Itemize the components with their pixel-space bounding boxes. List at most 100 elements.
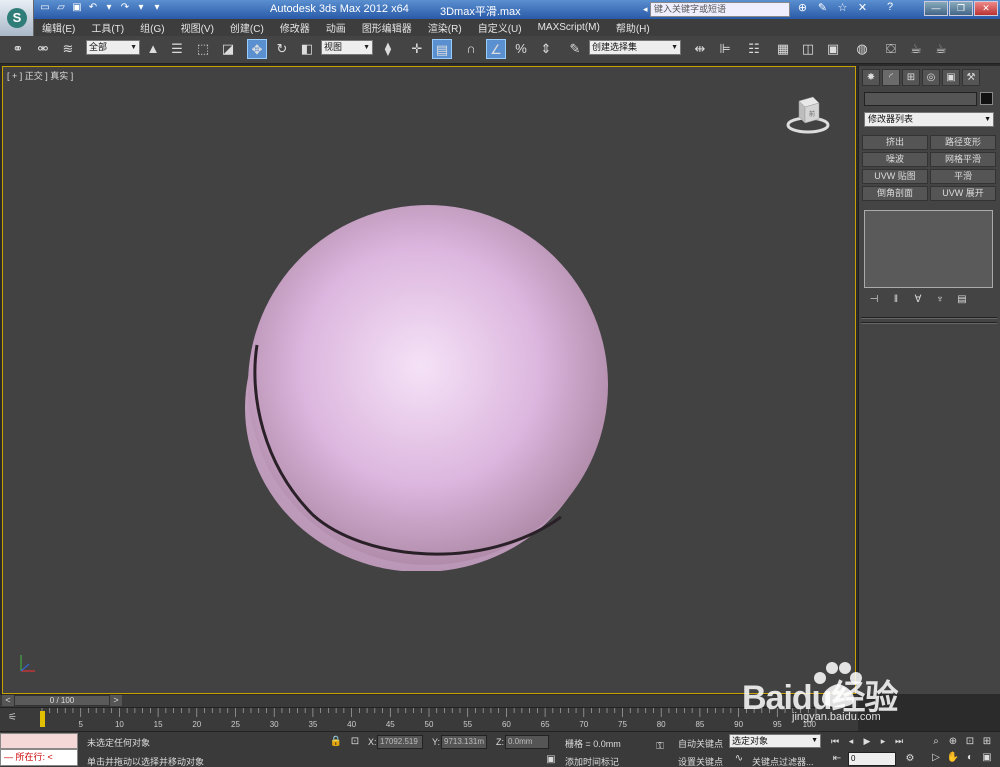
star-icon[interactable]: ☆ bbox=[835, 1, 850, 16]
unlink-icon[interactable]: ⚮ bbox=[33, 39, 53, 59]
menu-animation[interactable]: 动画 bbox=[318, 20, 354, 35]
curve-editor-icon[interactable]: ◫ bbox=[798, 39, 818, 59]
sphere-object[interactable] bbox=[243, 205, 609, 572]
zoom-icon[interactable]: ⌕ bbox=[928, 734, 944, 749]
save-file-icon[interactable]: ▣ bbox=[70, 1, 84, 15]
modifier-bevel-profile-button[interactable]: 倒角剖面 bbox=[862, 186, 928, 201]
key-filters-button[interactable]: 关键点过滤器... bbox=[752, 755, 814, 767]
bind-spacewarp-icon[interactable]: ≋ bbox=[58, 39, 78, 59]
app-menu-button[interactable]: S bbox=[0, 0, 34, 36]
restore-button[interactable]: ❐ bbox=[949, 1, 973, 16]
tab-create[interactable]: ✸ bbox=[862, 69, 880, 86]
window-crossing-icon[interactable]: ◪ bbox=[218, 39, 238, 59]
track-bar[interactable]: ⚟ 5 10 15 20 25 30 35 40 45 50 55 60 65 70 75 80 85 90 95 1… bbox=[0, 707, 858, 731]
maximize-viewport-icon[interactable]: ▣ bbox=[979, 750, 995, 765]
tools-icon[interactable]: ✎ bbox=[815, 1, 830, 16]
reference-coordinate-dropdown[interactable]: 视图 bbox=[321, 40, 373, 55]
close-button[interactable]: ✕ bbox=[974, 1, 998, 16]
render-production-icon[interactable]: ☕ bbox=[931, 39, 951, 59]
add-time-tag-button[interactable]: 添加时间标记 bbox=[565, 755, 619, 767]
open-file-icon[interactable]: ▱ bbox=[54, 1, 68, 15]
modifier-path-deform-button[interactable]: 路径变形 bbox=[930, 135, 996, 150]
modifier-meshsmooth-button[interactable]: 网格平滑 bbox=[930, 152, 996, 167]
perspective-viewport[interactable]: [ + ] 正交 ] 真实 ] 前 bbox=[2, 66, 856, 694]
select-and-rotate-icon[interactable]: ↻ bbox=[272, 39, 292, 59]
modifier-smooth-button[interactable]: 平滑 bbox=[930, 169, 996, 184]
spinner-snap-icon[interactable]: ⇕ bbox=[536, 39, 556, 59]
modifier-stack-list[interactable] bbox=[864, 210, 993, 288]
x-coordinate-field[interactable]: 17092.519 bbox=[377, 735, 423, 749]
x-icon[interactable]: ✕ bbox=[855, 1, 870, 16]
show-end-result-icon[interactable]: ‖ bbox=[889, 294, 903, 308]
mini-listener-bottom[interactable]: — 所在行: < bbox=[0, 749, 78, 766]
prev-frame-icon[interactable]: < bbox=[2, 695, 14, 706]
z-coordinate-field[interactable]: 0.0mm bbox=[505, 735, 549, 749]
menu-maxscript[interactable]: MAXScript(M) bbox=[530, 22, 608, 33]
auto-key-button[interactable]: 自动关键点 bbox=[678, 737, 723, 750]
time-tag-icon[interactable]: ▣ bbox=[544, 753, 558, 767]
current-frame-marker[interactable] bbox=[40, 711, 45, 727]
pin-stack-icon[interactable]: ⊣ bbox=[867, 294, 881, 308]
select-by-name-icon[interactable]: ☰ bbox=[167, 39, 187, 59]
selection-lock-icon[interactable]: 🔒 bbox=[329, 735, 343, 749]
search-expand-icon[interactable]: ◂ bbox=[643, 3, 648, 16]
select-object-icon[interactable]: ▲ bbox=[143, 39, 163, 59]
set-key-button[interactable]: 设置关键点 bbox=[678, 755, 723, 767]
frame-ruler[interactable]: 5 10 15 20 25 30 35 40 45 50 55 60 65 70 75 80 85 90 95 100 bbox=[40, 708, 822, 732]
redo-icon[interactable]: ↷ bbox=[118, 1, 132, 15]
angle-snap-icon[interactable]: ∠ bbox=[486, 39, 506, 59]
redo-dropdown-icon[interactable]: ▾ bbox=[134, 1, 148, 15]
modifier-noise-button[interactable]: 噪波 bbox=[862, 152, 928, 167]
configure-modifier-sets-icon[interactable]: ▤ bbox=[955, 294, 969, 308]
menu-graph-editors[interactable]: 图形编辑器 bbox=[354, 20, 420, 35]
help-button[interactable]: ? bbox=[877, 1, 903, 17]
pivot-center-icon[interactable]: ⧫ bbox=[378, 39, 398, 59]
key-mode-icon[interactable]: ⇤ bbox=[830, 752, 844, 766]
graphite-ribbon-icon[interactable]: ▦ bbox=[773, 39, 793, 59]
prev-key-icon[interactable]: ◂ bbox=[844, 735, 858, 748]
time-config-icon[interactable]: ⚙ bbox=[903, 752, 917, 766]
search-input[interactable]: ◂ 键入关键字或短语 bbox=[643, 2, 790, 17]
keyboard-shortcut-override-icon[interactable]: ▤ bbox=[432, 39, 452, 59]
viewcube[interactable]: 前 bbox=[785, 93, 831, 135]
rect-selection-icon[interactable]: ⬚ bbox=[193, 39, 213, 59]
field-of-view-icon[interactable]: ▷ bbox=[928, 750, 944, 765]
mini-listener-top[interactable] bbox=[0, 733, 78, 749]
next-key-icon[interactable]: ▸ bbox=[876, 735, 890, 748]
time-slider-thumb[interactable]: 0 / 100 bbox=[14, 695, 110, 706]
tab-hierarchy[interactable]: ⊞ bbox=[902, 69, 920, 86]
menu-views[interactable]: 视图(V) bbox=[173, 20, 222, 35]
tab-display[interactable]: ▣ bbox=[942, 69, 960, 86]
layer-manager-icon[interactable]: ☷ bbox=[744, 39, 764, 59]
viewport-label[interactable]: [ + ] 正交 ] 真实 ] bbox=[7, 69, 73, 82]
selection-filter-dropdown[interactable]: 全部 bbox=[86, 40, 140, 55]
snaps-toggle-icon[interactable]: ∩ bbox=[461, 39, 481, 59]
modifier-list-dropdown[interactable]: 修改器列表 bbox=[864, 112, 994, 127]
set-key-icon[interactable]: ⚿ bbox=[650, 740, 670, 754]
time-slider[interactable]: < 0 / 100 > bbox=[0, 695, 858, 707]
undo-icon[interactable]: ↶ bbox=[86, 1, 100, 15]
goto-start-icon[interactable]: ⏮ bbox=[828, 735, 842, 748]
undo-dropdown-icon[interactable]: ▾ bbox=[102, 1, 116, 15]
tab-utilities[interactable]: ⚒ bbox=[962, 69, 980, 86]
current-frame-field[interactable]: 0 bbox=[848, 752, 896, 766]
goto-end-icon[interactable]: ⏭ bbox=[892, 735, 906, 748]
tab-motion[interactable]: ◎ bbox=[922, 69, 940, 86]
maxscript-mini-listener[interactable]: — 所在行: < bbox=[0, 733, 78, 767]
menu-create[interactable]: 创建(C) bbox=[222, 20, 272, 35]
schematic-view-icon[interactable]: ▣ bbox=[823, 39, 843, 59]
make-unique-icon[interactable]: ∀ bbox=[911, 294, 925, 308]
binoculars-icon[interactable]: ⊕ bbox=[795, 1, 810, 16]
modifier-uvw-map-button[interactable]: UVW 贴图 bbox=[862, 169, 928, 184]
menu-tools[interactable]: 工具(T) bbox=[83, 20, 132, 35]
orbit-icon[interactable]: ◐ bbox=[962, 750, 978, 765]
select-and-move-icon[interactable]: ✥ bbox=[247, 39, 267, 59]
tab-modify[interactable]: ◜ bbox=[882, 69, 900, 86]
y-coordinate-field[interactable]: 9713.131m bbox=[441, 735, 487, 749]
menu-rendering[interactable]: 渲染(R) bbox=[420, 20, 470, 35]
pan-icon[interactable]: ✋ bbox=[945, 750, 961, 765]
zoom-all-icon[interactable]: ⊕ bbox=[945, 734, 961, 749]
menu-customize[interactable]: 自定义(U) bbox=[470, 20, 530, 35]
rendered-frame-window-icon[interactable]: ☕ bbox=[906, 39, 926, 59]
edit-named-selection-icon[interactable]: ✎ bbox=[565, 39, 585, 59]
